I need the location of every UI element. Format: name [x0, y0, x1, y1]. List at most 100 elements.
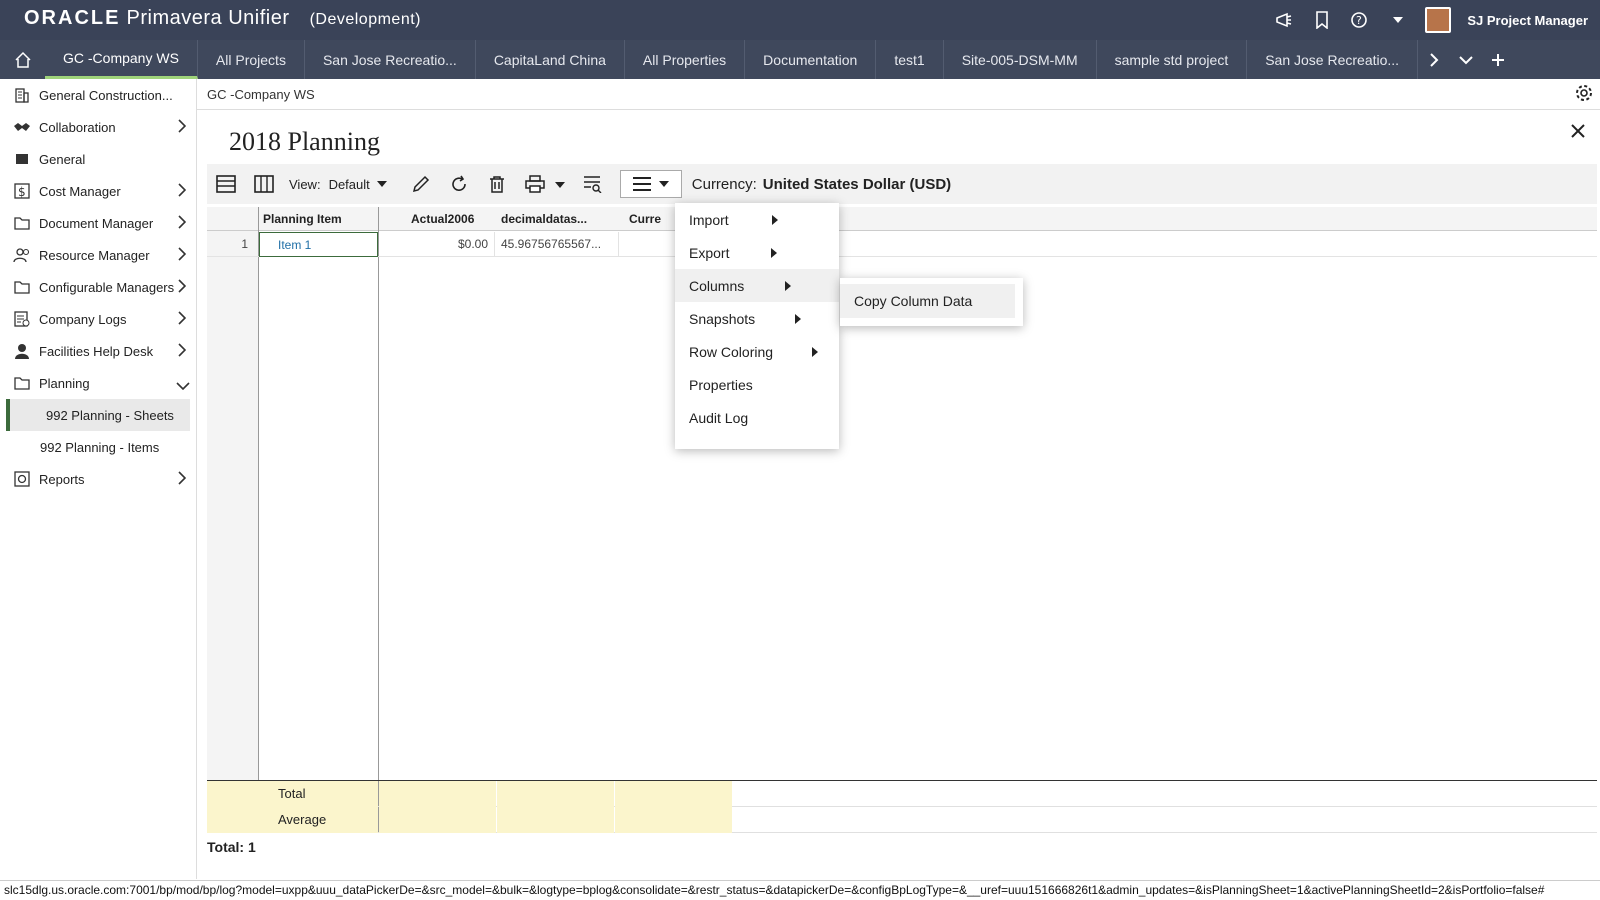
- more-actions-button[interactable]: [619, 170, 682, 198]
- sidebar-item-label: Resource Manager: [39, 247, 150, 263]
- delete-icon[interactable]: [478, 164, 516, 204]
- row-number-column: [207, 231, 258, 832]
- help-icon[interactable]: ?: [1349, 9, 1371, 31]
- breadcrumb[interactable]: GC -Company WS: [207, 87, 315, 102]
- hamburger-icon: [632, 177, 651, 191]
- chevron-down-icon: [176, 378, 190, 393]
- columns-submenu: Copy Column Data: [840, 278, 1023, 326]
- find-icon[interactable]: [574, 164, 612, 204]
- home-icon[interactable]: [0, 40, 45, 79]
- menu-item-row-coloring[interactable]: Row Coloring: [675, 335, 839, 368]
- tab-all-projects[interactable]: All Projects: [198, 40, 305, 79]
- menu-item-label: Export: [689, 244, 730, 261]
- sidebar-item-company-logs[interactable]: Company Logs: [0, 303, 196, 335]
- folder-icon: [12, 278, 32, 296]
- chevron-right-icon: [178, 343, 187, 360]
- tab-capitaland-china[interactable]: CapitaLand China: [476, 40, 625, 79]
- menu-item-properties[interactable]: Properties: [675, 368, 839, 401]
- sidebar-item-label: General Construction...: [39, 87, 173, 103]
- menu-item-import[interactable]: Import: [675, 203, 839, 236]
- average-cell: [379, 807, 496, 833]
- handshake-icon: [12, 118, 32, 136]
- row-number: 1: [241, 237, 248, 251]
- chevron-right-icon: [178, 471, 187, 488]
- tab-san-jose-recreation-2[interactable]: San Jose Recreatio...: [1247, 40, 1419, 79]
- totals-section: Total Average: [207, 780, 1597, 833]
- toolbar: View: Default Currency: United States Do…: [207, 164, 1597, 204]
- tab-test1[interactable]: test1: [876, 40, 944, 79]
- rows-view-icon[interactable]: [207, 164, 245, 204]
- menu-item-columns[interactable]: Columns: [675, 269, 839, 302]
- chevron-down-icon: [376, 181, 387, 187]
- help-dropdown-icon[interactable]: [1387, 9, 1409, 31]
- close-icon[interactable]: [1570, 123, 1586, 142]
- sidebar-item-collaboration[interactable]: Collaboration: [0, 111, 196, 143]
- submenu-arrow-icon: [772, 215, 778, 225]
- sidebar-item-reports[interactable]: Reports: [0, 463, 196, 495]
- menu-item-copy-column-data[interactable]: Copy Column Data: [840, 284, 1015, 318]
- column-header-currency[interactable]: Curre: [629, 207, 661, 231]
- sidebar-item-label: Configurable Managers: [39, 279, 175, 295]
- decimal-cell[interactable]: 45.96756765567...: [501, 232, 619, 257]
- menu-item-label: Audit Log: [689, 409, 749, 426]
- edit-icon[interactable]: [402, 164, 440, 204]
- sidebar-item-general[interactable]: General: [0, 143, 196, 175]
- sidebar-item-label: Planning: [39, 375, 90, 391]
- product-name: Primavera Unifier: [126, 7, 290, 29]
- submenu-arrow-icon: [785, 281, 791, 291]
- sidebar-item-resource-manager[interactable]: Resource Manager: [0, 239, 196, 271]
- print-icon[interactable]: [516, 164, 554, 204]
- tab-sample-std-project[interactable]: sample std project: [1097, 40, 1248, 79]
- actual-cell[interactable]: $0.00: [379, 232, 495, 257]
- average-cell: [615, 807, 732, 833]
- menu-item-export[interactable]: Export: [675, 236, 839, 269]
- tab-documentation[interactable]: Documentation: [745, 40, 877, 79]
- chevron-right-icon[interactable]: [1418, 40, 1450, 79]
- bookmark-icon[interactable]: [1311, 9, 1333, 31]
- chevron-right-icon: [178, 183, 187, 200]
- sidebar-item-facilities-help-desk[interactable]: Facilities Help Desk: [0, 335, 196, 367]
- tab-all-properties[interactable]: All Properties: [625, 40, 746, 79]
- menu-item-snapshots[interactable]: Snapshots: [675, 302, 839, 335]
- submenu-arrow-icon: [795, 314, 801, 324]
- sidebar: General Construction... Collaboration Ge…: [0, 79, 197, 879]
- add-tab-icon[interactable]: [1482, 40, 1514, 79]
- chevron-right-icon: [178, 119, 187, 136]
- sidebar-item-document-manager[interactable]: Document Manager: [0, 207, 196, 239]
- chevron-down-icon[interactable]: [1450, 40, 1482, 79]
- sidebar-item-label: General: [39, 151, 86, 167]
- sidebar-item-planning[interactable]: Planning: [0, 367, 196, 399]
- tab-gc-company-ws[interactable]: GC -Company WS: [45, 40, 198, 79]
- planning-item-cell[interactable]: Item 1: [259, 232, 378, 257]
- sidebar-item-configurable-managers[interactable]: Configurable Managers: [0, 271, 196, 303]
- refresh-icon[interactable]: [440, 164, 478, 204]
- folder-icon: [12, 374, 32, 392]
- columns-view-icon[interactable]: [245, 164, 283, 204]
- table-row[interactable]: 1 Item 1 $0.00 45.96756765567...: [207, 232, 1597, 257]
- avatar[interactable]: [1425, 7, 1452, 33]
- sidebar-item-planning-sheets[interactable]: 992 Planning - Sheets: [6, 399, 190, 431]
- column-header-decimaldatas[interactable]: decimaldatas...: [501, 207, 587, 231]
- view-label: View:: [289, 176, 321, 192]
- oracle-logo: ORACLE: [24, 7, 121, 29]
- tab-site-005[interactable]: Site-005-DSM-MM: [944, 40, 1097, 79]
- menu-item-audit-log[interactable]: Audit Log: [675, 401, 839, 434]
- sidebar-item-label: Document Manager: [39, 215, 154, 231]
- divider: [197, 109, 1600, 110]
- status-url: slc15dlg.us.oracle.com:7001/bp/mod/bp/lo…: [0, 880, 1600, 900]
- tab-san-jose-recreation[interactable]: San Jose Recreatio...: [305, 40, 476, 79]
- top-right-tools: ? SJ Project Manager: [1273, 0, 1588, 40]
- column-header-actual2006[interactable]: Actual2006: [411, 207, 474, 231]
- total-label: Total: [258, 781, 378, 807]
- view-select[interactable]: Default: [329, 177, 388, 192]
- sidebar-item-planning-items[interactable]: 992 Planning - Items: [0, 431, 196, 463]
- column-header-planning-item[interactable]: Planning Item: [263, 207, 342, 231]
- print-dropdown-icon[interactable]: [554, 177, 566, 192]
- sidebar-item-cost-manager[interactable]: $ Cost Manager: [0, 175, 196, 207]
- announcement-icon[interactable]: [1273, 9, 1295, 31]
- sidebar-item-label: Facilities Help Desk: [39, 343, 154, 359]
- folder-filled-icon: [12, 150, 32, 168]
- gear-icon[interactable]: [1574, 83, 1594, 106]
- sidebar-item-general-construction[interactable]: General Construction...: [0, 79, 196, 111]
- user-name[interactable]: SJ Project Manager: [1467, 13, 1588, 28]
